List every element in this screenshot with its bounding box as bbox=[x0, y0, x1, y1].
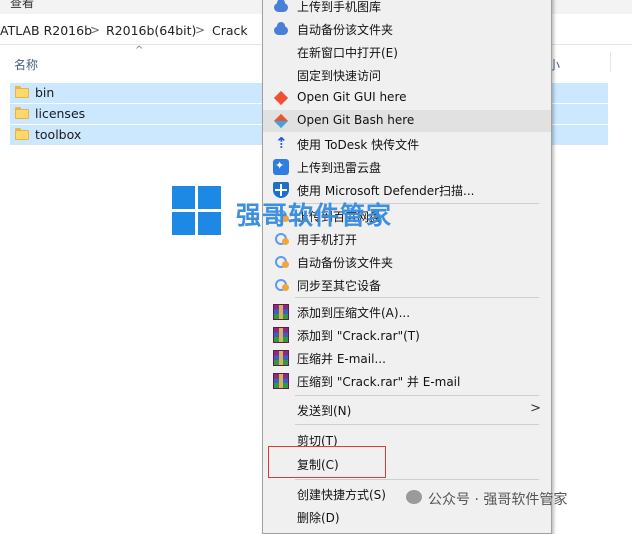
name-column-header[interactable]: 名称 bbox=[14, 56, 38, 73]
menu-item-baidu-sync[interactable]: 同步至其它设备 bbox=[263, 274, 551, 296]
menu-item-label: 自动备份该文件夹 bbox=[297, 256, 394, 270]
menu-item-pin-quick-access[interactable]: 固定到快速访问 bbox=[263, 64, 551, 86]
menu-item-baidu-backup[interactable]: 自动备份该文件夹 bbox=[263, 251, 551, 273]
menu-item-label: 创建快捷方式(S) bbox=[297, 488, 386, 502]
baidu-netdisk-icon bbox=[273, 231, 289, 247]
highlight-annotation bbox=[268, 446, 386, 478]
menu-item-label: 自动备份该文件夹 bbox=[297, 23, 394, 37]
menu-item-label: 添加到压缩文件(A)... bbox=[297, 306, 411, 320]
menu-item-rar-add[interactable]: 添加到压缩文件(A)... bbox=[263, 301, 551, 323]
winrar-icon bbox=[273, 327, 289, 343]
menu-item-open-new-window[interactable]: 在新窗口中打开(E) bbox=[263, 41, 551, 63]
menu-item-label: 删除(D) bbox=[297, 511, 340, 525]
footer-watermark-text: 公众号 · 强哥软件管家 bbox=[428, 492, 568, 508]
file-name: bin bbox=[35, 85, 55, 100]
chevron-right-icon: > bbox=[530, 401, 541, 416]
menu-item-label: 发送到(N) bbox=[297, 404, 352, 418]
menu-item-label: 同步至其它设备 bbox=[297, 279, 382, 293]
git-icon bbox=[273, 90, 289, 106]
menu-item-label: 上传到手机图库 bbox=[297, 0, 382, 14]
menu-separator bbox=[295, 297, 539, 298]
menu-item-auto-backup[interactable]: 自动备份该文件夹 bbox=[263, 18, 551, 40]
menu-item-label: 上传到迅雷云盘 bbox=[297, 161, 382, 175]
menu-item-label: Open Git Bash here bbox=[297, 113, 415, 127]
todesk-icon bbox=[273, 134, 289, 152]
menu-item-label: 用手机打开 bbox=[297, 233, 358, 247]
folder-icon bbox=[15, 128, 29, 140]
menu-item-git-gui[interactable]: Open Git GUI here bbox=[263, 87, 551, 109]
breadcrumb-item[interactable]: ATLAB R2016b bbox=[0, 23, 92, 38]
windows-logo-icon bbox=[172, 186, 222, 236]
breadcrumb-separator: > bbox=[90, 23, 101, 37]
menu-item-send-to[interactable]: 发送到(N) > bbox=[263, 399, 551, 421]
folder-icon bbox=[15, 86, 29, 98]
menu-separator bbox=[295, 424, 539, 425]
menu-item-label: 压缩并 E-mail... bbox=[297, 352, 386, 366]
menu-separator bbox=[295, 395, 539, 396]
menu-item-todesk[interactable]: 使用 ToDesk 快传文件 bbox=[263, 133, 551, 155]
folder-icon bbox=[15, 107, 29, 119]
file-name: toolbox bbox=[35, 127, 82, 142]
menu-item-label: 压缩到 "Crack.rar" 并 E-mail bbox=[297, 375, 461, 389]
menu-item-label: Open Git GUI here bbox=[297, 90, 407, 104]
menu-item-label: 在新窗口中打开(E) bbox=[297, 46, 398, 60]
menu-item-label: 固定到快速访问 bbox=[297, 69, 382, 83]
menu-item-label: 添加到 "Crack.rar"(T) bbox=[297, 329, 420, 343]
winrar-icon bbox=[273, 350, 289, 366]
menu-item-rar-named-email[interactable]: 压缩到 "Crack.rar" 并 E-mail bbox=[263, 370, 551, 392]
menu-item-label: 使用 ToDesk 快传文件 bbox=[297, 138, 420, 152]
view-tab[interactable]: 查看 bbox=[10, 0, 34, 11]
footer-watermark: 公众号 · 强哥软件管家 bbox=[404, 486, 630, 510]
winrar-icon bbox=[273, 304, 289, 320]
cloud-icon bbox=[273, 0, 289, 14]
breadcrumb-separator: > bbox=[195, 23, 206, 37]
cloud-icon bbox=[273, 21, 289, 37]
menu-item-xunlei[interactable]: 上传到迅雷云盘 bbox=[263, 156, 551, 178]
file-name: licenses bbox=[35, 106, 86, 121]
menu-item-rar-add-named[interactable]: 添加到 "Crack.rar"(T) bbox=[263, 324, 551, 346]
xunlei-icon bbox=[273, 159, 289, 175]
wechat-icon bbox=[406, 490, 422, 504]
watermark-text: 强哥软件管家 bbox=[236, 201, 393, 230]
baidu-netdisk-icon bbox=[273, 277, 289, 293]
winrar-icon bbox=[273, 373, 289, 389]
menu-item-rar-email[interactable]: 压缩并 E-mail... bbox=[263, 347, 551, 369]
menu-separator bbox=[295, 479, 539, 480]
menu-item-git-bash[interactable]: Open Git Bash here bbox=[263, 110, 551, 132]
git-bash-icon bbox=[273, 113, 289, 129]
breadcrumb-item[interactable]: Crack bbox=[212, 23, 248, 38]
column-divider[interactable] bbox=[610, 52, 611, 72]
menu-item-upload-pictures[interactable]: 上传到手机图库 bbox=[263, 0, 551, 17]
baidu-netdisk-icon bbox=[273, 254, 289, 270]
breadcrumb-item[interactable]: R2016b(64bit) bbox=[106, 23, 196, 38]
